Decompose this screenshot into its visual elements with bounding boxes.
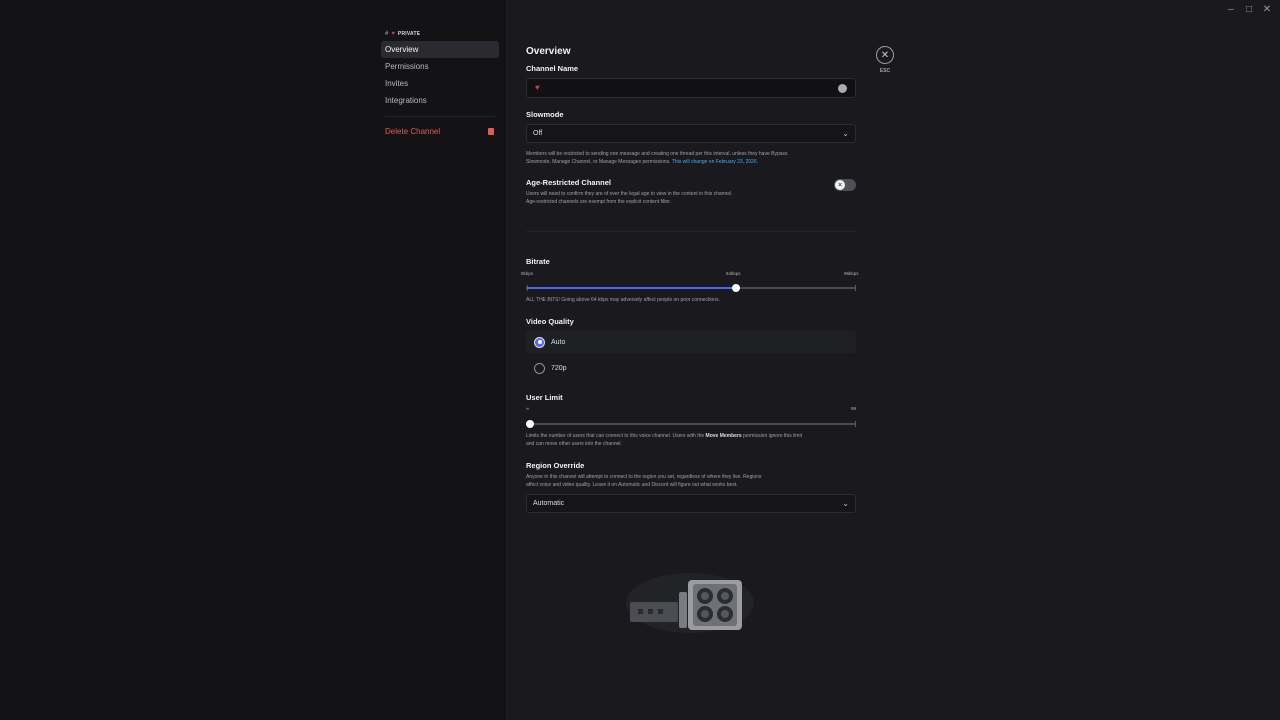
channel-hash-icon: # [385, 31, 389, 37]
slowmode-help-line: Members will be restricted to sending on… [526, 151, 788, 157]
age-restricted-desc-line: Age-restricted channels are exempt from … [526, 199, 672, 205]
voice-equipment-illustration [626, 573, 754, 633]
user-limit-slider-handle[interactable] [526, 420, 534, 428]
region-override-desc-line: Anyone in this channel will attempt to c… [526, 474, 762, 480]
toggle-off-icon: × [835, 180, 845, 190]
sidebar-item-label: Permissions [385, 62, 429, 71]
close-settings[interactable]: ✕ ESC [876, 46, 894, 74]
bitrate-tick [527, 285, 528, 291]
user-limit-note-line: and can move other users into the channe… [526, 441, 622, 447]
close-window-icon[interactable]: ✕ [1258, 2, 1276, 16]
user-limit-tick [855, 421, 856, 427]
slowmode-label: Slowmode [526, 110, 564, 119]
sidebar-item-label: Overview [385, 45, 419, 54]
page-title: Overview [526, 46, 571, 57]
window-controls: – □ ✕ [1222, 2, 1276, 16]
delete-channel-label: Delete Channel [385, 127, 441, 136]
emoji-picker-icon[interactable] [838, 84, 847, 93]
maximize-icon[interactable]: □ [1240, 2, 1258, 16]
bitrate-max-label: 96kbps [844, 271, 859, 276]
sidebar-nav: # ♥ PRIVATE Overview Permissions Invites… [381, 30, 499, 140]
trash-icon [488, 128, 494, 135]
sidebar-item-label: Invites [385, 79, 409, 88]
user-limit-note-text: Limits the number of users that can conn… [526, 433, 706, 439]
user-limit-note: Limits the number of users that can conn… [526, 432, 866, 448]
radio-unselected-icon[interactable] [534, 362, 545, 374]
bitrate-min-label: 8kbps [521, 271, 534, 276]
region-override-desc: Anyone in this channel will attempt to c… [526, 473, 866, 489]
radio-selected-icon[interactable] [534, 336, 545, 348]
user-limit-label: User Limit [526, 393, 563, 402]
user-limit-note-bold: Move Members [705, 433, 742, 439]
age-restricted-desc: Users will need to confirm they are of o… [526, 190, 826, 206]
bitrate-label: Bitrate [526, 257, 550, 266]
video-quality-option-720p[interactable]: 720p [526, 357, 856, 379]
slowmode-change-link[interactable]: This will change on February 23, 2026. [672, 159, 758, 165]
user-limit-slider-track [526, 423, 856, 425]
channel-name-input[interactable]: ♥ [526, 78, 856, 98]
age-restricted-label: Age-Restricted Channel [526, 178, 612, 187]
settings-content: Overview ✕ ESC Channel Name ♥ Slowmode O… [506, 0, 1280, 720]
settings-sidebar: # ♥ PRIVATE Overview Permissions Invites… [0, 0, 506, 720]
sidebar-item-overview[interactable]: Overview [381, 41, 499, 58]
user-limit-min-label: ∞ [526, 406, 530, 411]
region-override-desc-line: affect voice and video quality. Leave it… [526, 482, 738, 488]
bitrate-mid-label: 64kbps [726, 271, 741, 276]
sidebar-item-invites[interactable]: Invites [381, 75, 499, 92]
video-quality-option-label: Auto [551, 338, 566, 346]
sidebar-item-label: Integrations [385, 96, 427, 105]
slowmode-value: Off [533, 130, 543, 137]
sidebar-item-permissions[interactable]: Permissions [381, 58, 499, 75]
user-limit-max-label: 99 [851, 406, 857, 411]
region-override-select[interactable]: Automatic ⌄ [526, 494, 856, 513]
delete-channel-button[interactable]: Delete Channel [381, 123, 499, 140]
bitrate-slider[interactable] [526, 283, 856, 293]
user-limit-note-text: permission ignore this limit [741, 433, 802, 439]
chevron-down-icon: ⌄ [842, 129, 849, 138]
sidebar-header: # ♥ PRIVATE [385, 30, 499, 38]
section-divider [526, 231, 856, 232]
video-quality-option-label: 720p [551, 364, 567, 372]
region-override-value: Automatic [533, 500, 565, 507]
video-quality-label: Video Quality [526, 317, 574, 326]
sidebar-divider [385, 116, 495, 117]
slowmode-select[interactable]: Off ⌄ [526, 124, 856, 143]
slowmode-help: Members will be restricted to sending on… [526, 150, 866, 166]
esc-label: ESC [879, 68, 891, 74]
bitrate-slider-fill [526, 287, 736, 289]
heart-icon: ♥ [391, 31, 395, 37]
sidebar-header-label: PRIVATE [397, 31, 421, 37]
slowmode-help-line: Slowmode, Manage Channel, or Manage Mess… [526, 159, 671, 165]
age-restricted-toggle[interactable]: × [834, 179, 856, 191]
bitrate-note: ALL THE BITS! Going above 64 kbps may ad… [526, 297, 720, 303]
close-icon[interactable]: ✕ [876, 46, 894, 64]
minimize-icon[interactable]: – [1222, 2, 1240, 16]
bitrate-tick [855, 285, 856, 291]
video-quality-option-auto[interactable]: Auto [526, 331, 856, 353]
user-limit-slider[interactable] [526, 419, 856, 429]
channel-name-label: Channel Name [526, 64, 579, 73]
bitrate-slider-handle[interactable] [732, 284, 740, 292]
sidebar-item-integrations[interactable]: Integrations [381, 92, 499, 109]
region-override-label: Region Override [526, 461, 585, 470]
chevron-down-icon: ⌄ [842, 499, 849, 508]
channel-name-value: ♥ [535, 83, 540, 92]
age-restricted-desc-line: Users will need to confirm they are of o… [526, 191, 733, 197]
